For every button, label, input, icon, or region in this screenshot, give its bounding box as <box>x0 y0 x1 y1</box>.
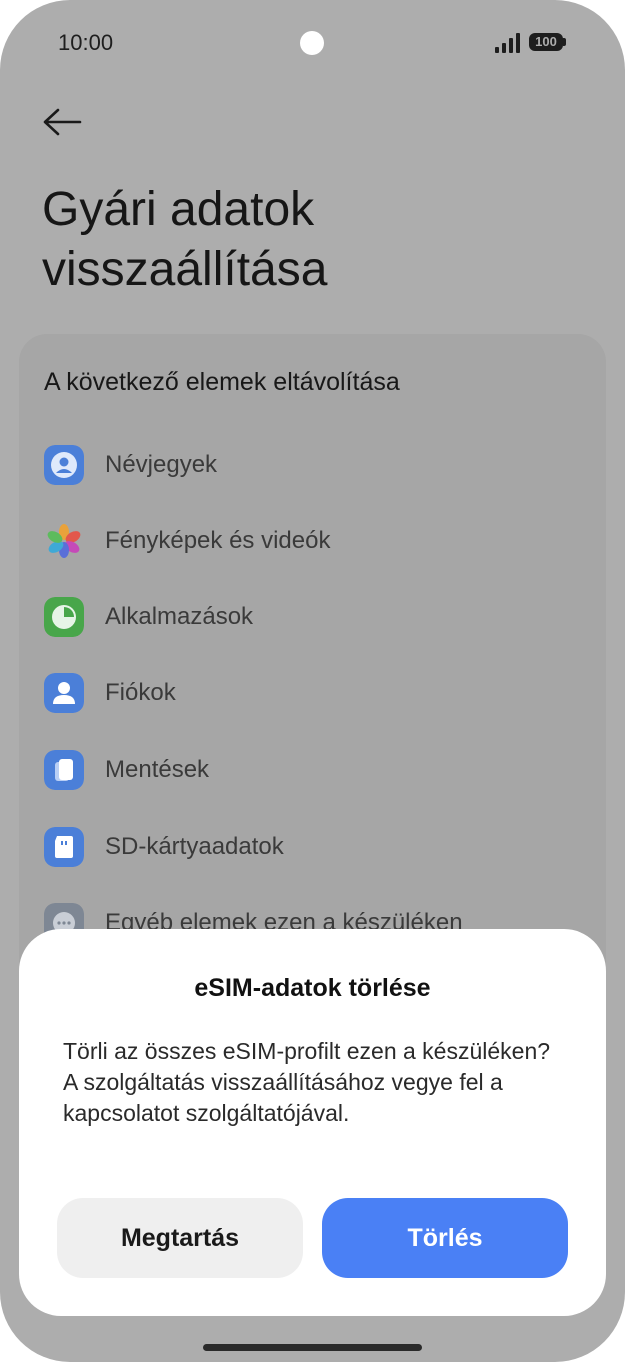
sd-card-icon <box>44 827 84 867</box>
list-item-label: Mentések <box>105 756 210 783</box>
list-item-accounts: Fiókok <box>44 673 584 713</box>
list-item-photos: Fényképek és videók <box>44 521 584 561</box>
status-time: 10:00 <box>58 30 114 55</box>
list-item-contacts: Névjegyek <box>44 445 584 485</box>
delete-button[interactable]: Törlés <box>322 1198 568 1278</box>
list-item-label: SD-kártyaadatok <box>105 833 284 860</box>
list-item-label: Alkalmazások <box>105 603 254 630</box>
apps-icon <box>44 597 84 637</box>
battery-icon: 100 <box>529 33 563 51</box>
list-item-backups: Mentések <box>44 750 584 790</box>
dialog-title: eSIM-adatok törlése <box>194 974 431 1002</box>
removal-list-title: A következő elemek eltávolítása <box>44 368 400 396</box>
page-title: Gyári adatok visszaállítása <box>42 183 328 296</box>
contacts-icon <box>44 445 84 485</box>
front-camera <box>300 31 324 55</box>
home-indicator[interactable] <box>203 1344 422 1351</box>
back-arrow-icon[interactable] <box>40 102 84 142</box>
keep-button[interactable]: Megtartás <box>57 1198 303 1278</box>
accounts-icon <box>44 673 84 713</box>
phone-screen: 10:00 100 Gyári adatok visszaállítása A … <box>0 0 625 1362</box>
list-item-label: Fiókok <box>105 679 176 706</box>
backups-icon <box>44 750 84 790</box>
dialog-message: Törli az összes eSIM-profilt ezen a kész… <box>63 1038 551 1126</box>
list-item-label: Névjegyek <box>105 451 218 478</box>
signal-icon <box>495 33 520 53</box>
esim-delete-dialog: eSIM-adatok törlése Törli az összes eSIM… <box>19 929 606 1316</box>
list-item-apps: Alkalmazások <box>44 597 584 637</box>
photos-icon <box>47 524 81 558</box>
list-item-sd-card: SD-kártyaadatok <box>44 827 584 867</box>
list-item-label: Fényképek és videók <box>105 527 331 554</box>
battery-tip <box>563 38 566 46</box>
